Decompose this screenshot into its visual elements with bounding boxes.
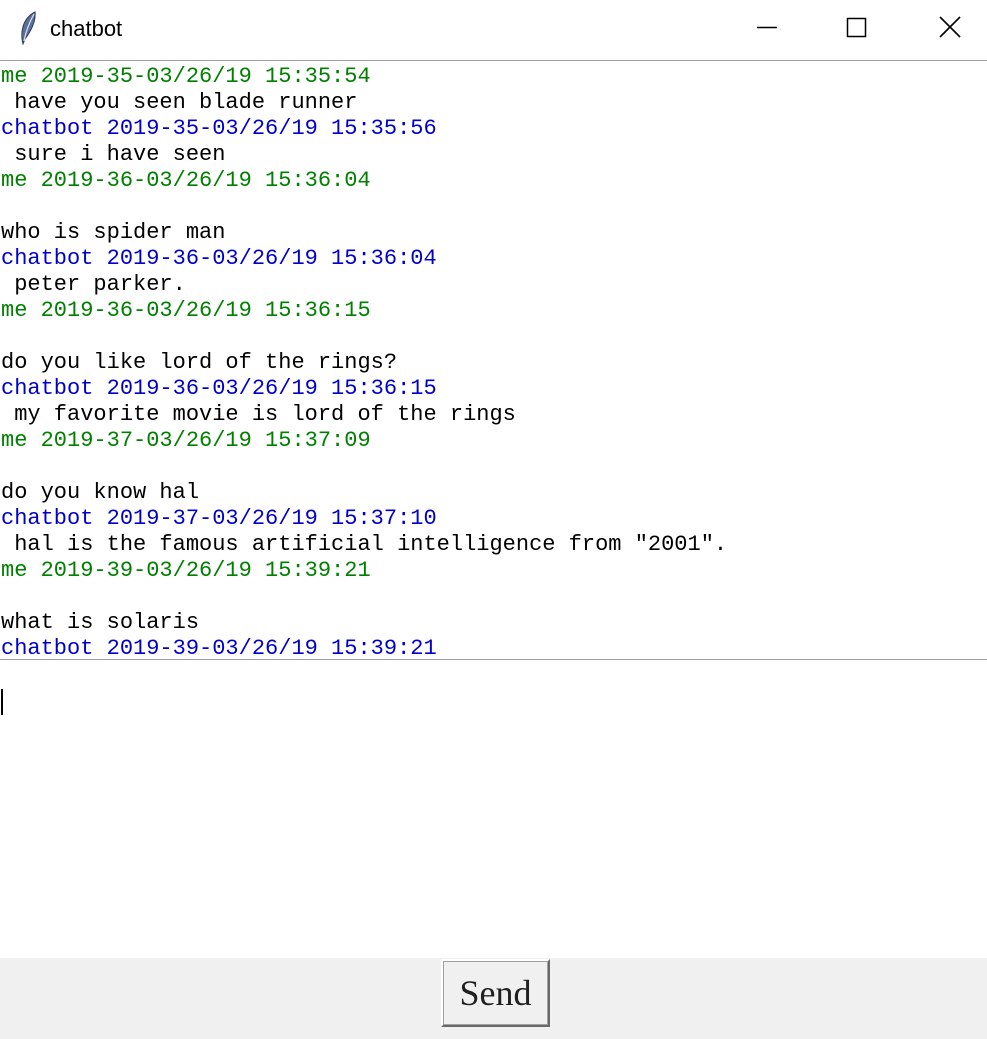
message-input[interactable] [0,660,987,958]
maximize-icon [846,17,867,38]
message-text-line: hal is the famous artificial intelligenc… [1,532,728,557]
message-text-line: do you know hal [1,480,200,505]
close-icon [939,16,961,38]
minimize-icon [757,26,777,29]
close-button[interactable] [903,0,987,58]
me-header-line: me 2019-39-03/26/19 15:39:21 [1,558,371,583]
chat-log[interactable]: me 2019-35-03/26/19 15:35:54 have you se… [0,60,987,660]
message-text-line: sure i have seen [1,142,226,167]
feather-icon [17,11,39,46]
message-text-line: what is solaris [1,610,200,635]
me-header-line: me 2019-36-03/26/19 15:36:15 [1,298,371,323]
chatbot-header-line: chatbot 2019-36-03/26/19 15:36:15 [1,376,437,401]
chat-lines: me 2019-35-03/26/19 15:35:54 have you se… [0,61,987,660]
send-button[interactable]: Send [441,959,550,1027]
message-text-line [0,194,987,220]
me-header-line: me 2019-37-03/26/19 15:37:09 [1,428,371,453]
title-bar[interactable]: chatbot [0,0,987,60]
message-text-line: have you seen blade runner [1,90,358,115]
chatbot-header-line: chatbot 2019-37-03/26/19 15:37:10 [1,506,437,531]
message-text-line [0,324,987,350]
chatbot-window: chatbot me 2019-35-03/26/19 15:35:54 hav… [0,0,987,1039]
chatbot-header-line: chatbot 2019-39-03/26/19 15:39:21 [1,636,437,660]
text-caret [1,689,3,715]
chatbot-header-line: chatbot 2019-35-03/26/19 15:35:56 [1,116,437,141]
minimize-button[interactable] [720,0,814,58]
me-header-line: me 2019-35-03/26/19 15:35:54 [1,64,371,89]
window-title: chatbot [50,16,123,41]
message-text-line: my favorite movie is lord of the rings [1,402,516,427]
message-text-line: who is spider man [1,220,226,245]
message-text-line: peter parker. [1,272,186,297]
message-text-line: do you like lord of the rings? [1,350,398,375]
chatbot-header-line: chatbot 2019-36-03/26/19 15:36:04 [1,246,437,271]
message-input-area[interactable] [0,660,987,958]
bottom-bar: Send [0,958,987,1039]
message-text-line [0,454,987,480]
me-header-line: me 2019-36-03/26/19 15:36:04 [1,168,371,193]
message-text-line [0,584,987,610]
maximize-button[interactable] [809,0,903,58]
